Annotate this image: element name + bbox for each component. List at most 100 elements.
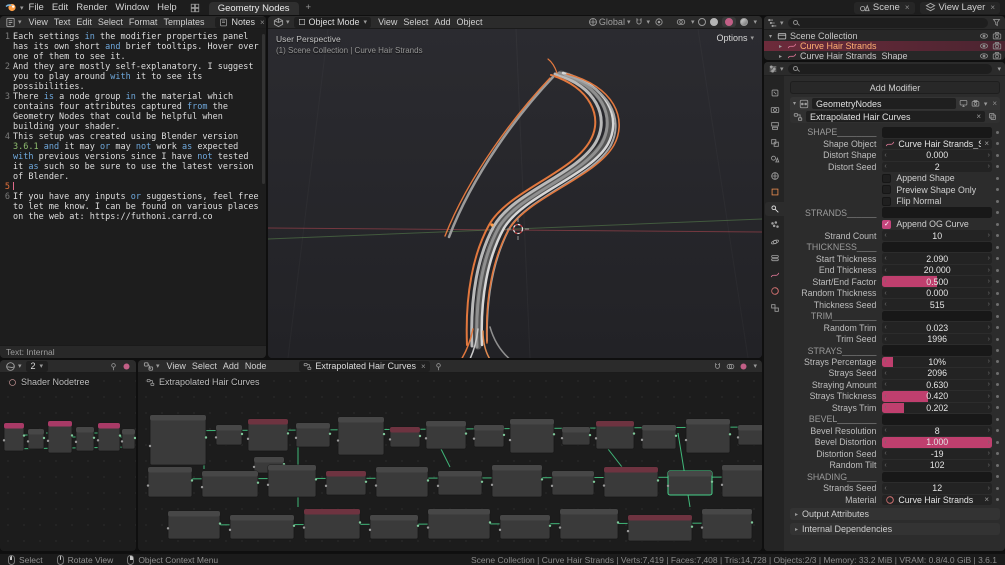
decorator-dot[interactable] [996,257,999,260]
menu-window[interactable]: Window [111,2,153,13]
mode-selector[interactable]: Object Mode ▾ [294,17,372,28]
decorator-dot[interactable] [996,315,999,318]
increment-arrow[interactable]: › [988,288,990,299]
view-layer-selector[interactable]: View Layer × [920,2,1001,14]
blender-logo-icon[interactable]: ▾ [5,2,24,13]
number-field[interactable]: ‹2096› [882,368,992,379]
decorator-dot[interactable] [996,498,999,501]
increment-arrow[interactable]: › [988,265,990,276]
unlink-icon[interactable]: × [984,139,989,148]
panel-internal-dependencies[interactable]: ▸Internal Dependencies [790,523,1000,535]
disclosure-icon[interactable]: ▸ [777,53,784,60]
graph-node[interactable] [201,471,259,497]
decorator-dot[interactable] [996,177,999,180]
graph-node[interactable] [389,427,421,447]
number-field[interactable]: ‹1.000› [882,437,992,448]
number-field[interactable]: ‹2› [882,162,992,173]
number-field[interactable]: ‹0.500› [882,276,992,287]
menu-render[interactable]: Render [72,2,111,13]
decorator-dot[interactable] [996,280,999,283]
decrement-arrow[interactable]: ‹ [884,426,886,437]
checkbox[interactable]: ✓ [882,220,891,229]
outliner-row-curve-hair-strands[interactable]: ▸Curve Hair Strands [764,41,1005,51]
decorator-dot[interactable] [996,452,999,455]
menu-view[interactable]: View [375,17,400,27]
decorator-dot[interactable] [996,338,999,341]
graph-node[interactable] [499,515,551,539]
decrement-arrow[interactable]: ‹ [884,299,886,310]
menu-node[interactable]: Node [242,361,270,371]
increment-arrow[interactable]: › [988,162,990,173]
menu-format[interactable]: Format [126,17,161,27]
geometry-graph-canvas[interactable]: Extrapolated Hair Curves [138,373,762,551]
material-field[interactable]: Curve Hair Strands× [882,495,992,506]
graph-node[interactable] [425,421,467,449]
graph-node[interactable] [295,423,331,447]
menu-view[interactable]: View [26,17,51,27]
properties-tab-particles[interactable] [765,218,784,232]
number-field[interactable]: ‹0.000› [882,150,992,161]
increment-arrow[interactable]: › [988,322,990,333]
text-line[interactable]: 1Each settings in the modifier propertie… [0,32,262,62]
graph-node[interactable] [737,425,762,445]
graph-node[interactable] [559,509,619,539]
checkbox[interactable] [882,185,891,194]
decorator-dot[interactable] [996,188,999,191]
overlays-icon[interactable] [726,362,735,371]
graph-node[interactable] [641,425,677,449]
graph-node[interactable] [121,429,136,449]
decorator-dot[interactable] [996,487,999,490]
editor-type-button[interactable]: ▾ [768,64,784,74]
decorator-dot[interactable] [996,406,999,409]
duplicate-node-group-icon[interactable] [988,112,997,121]
disclosure-icon[interactable]: ▸ [777,43,784,50]
graph-node[interactable] [27,429,45,449]
disclosure-icon[interactable]: ▾ [767,33,774,40]
text-line[interactable]: 5 [0,182,262,192]
modifier-panel-header[interactable]: ▾ GeometryNodes ▾ × [790,97,1000,110]
increment-arrow[interactable]: › [988,437,990,448]
decrement-arrow[interactable]: ‹ [884,437,886,448]
decorator-dot[interactable] [996,131,999,134]
snap-icon[interactable] [713,362,722,371]
decrement-arrow[interactable]: ‹ [884,380,886,391]
graph-node[interactable] [701,509,753,539]
increment-arrow[interactable]: › [988,230,990,241]
decrement-arrow[interactable]: ‹ [884,288,886,299]
shading-rendered-icon[interactable] [740,18,748,26]
workspace-browse-icon[interactable] [190,3,200,13]
decorator-dot[interactable] [996,234,999,237]
add-workspace-button[interactable]: + [300,2,318,13]
menu-select[interactable]: Select [189,361,220,371]
graph-node[interactable] [437,471,483,495]
editor-type-button[interactable]: ▾ [768,18,784,28]
display-viewport-icon[interactable] [959,99,968,108]
hair-strands-object[interactable] [445,59,619,358]
panel-output-attributes[interactable]: ▸Output Attributes [790,508,1000,520]
graph-node[interactable] [337,417,385,455]
graph-node[interactable] [509,419,555,453]
text-editor-body[interactable]: 1Each settings in the modifier propertie… [0,31,262,345]
text-datablock-selector[interactable]: Notes × [215,17,266,28]
shader-graph-canvas[interactable]: Shader Nodetree [0,373,136,551]
decrement-arrow[interactable]: ‹ [884,368,886,379]
use-nodes-toggle-icon[interactable] [122,362,131,371]
graph-node[interactable] [215,425,243,445]
increment-arrow[interactable]: › [988,276,990,287]
number-field[interactable]: ‹12› [882,483,992,494]
object-field[interactable]: Curve Hair Strands_Shape× [882,139,992,150]
properties-tab-texture[interactable] [765,301,784,315]
editor-type-button[interactable]: ▾ [143,361,160,372]
decorator-dot[interactable] [996,292,999,295]
menu-text[interactable]: Text [51,17,74,27]
filter-icon[interactable] [992,18,1001,27]
decorator-dot[interactable] [996,441,999,444]
properties-tab-data[interactable] [765,268,784,282]
number-field[interactable]: ‹-19› [882,449,992,460]
decorator-dot[interactable] [996,246,999,249]
increment-arrow[interactable]: › [988,449,990,460]
decorator-dot[interactable] [996,154,999,157]
preview-toggle-icon[interactable] [739,362,748,371]
decrement-arrow[interactable]: ‹ [884,483,886,494]
decorator-dot[interactable] [996,349,999,352]
